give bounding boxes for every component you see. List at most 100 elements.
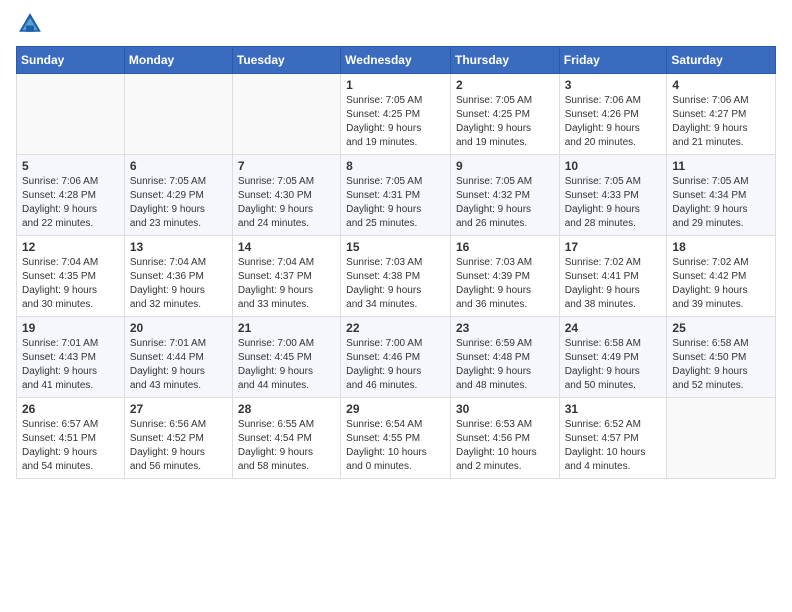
calendar-week-row: 26 Sunrise: 6:57 AM Sunset: 4:51 PM Dayli… [17, 398, 776, 479]
logo-icon [16, 10, 44, 38]
day-number: 15 [346, 240, 445, 254]
calendar-cell: 10 Sunrise: 7:05 AM Sunset: 4:33 PM Dayli… [559, 155, 667, 236]
day-number: 10 [565, 159, 662, 173]
day-info: Sunrise: 7:04 AM Sunset: 4:36 PM Dayligh… [130, 256, 227, 312]
day-number: 26 [22, 402, 119, 416]
day-info: Sunrise: 7:05 AM Sunset: 4:33 PM Dayligh… [565, 175, 662, 231]
calendar-cell [17, 74, 125, 155]
day-number: 17 [565, 240, 662, 254]
day-info: Sunrise: 7:02 AM Sunset: 4:41 PM Dayligh… [565, 256, 662, 312]
calendar-cell: 6 Sunrise: 7:05 AM Sunset: 4:29 PM Daylig… [124, 155, 232, 236]
calendar-cell: 16 Sunrise: 7:03 AM Sunset: 4:39 PM Dayli… [450, 236, 559, 317]
calendar-cell: 9 Sunrise: 7:05 AM Sunset: 4:32 PM Daylig… [450, 155, 559, 236]
col-header-tuesday: Tuesday [232, 47, 340, 74]
calendar-cell [124, 74, 232, 155]
calendar-cell: 3 Sunrise: 7:06 AM Sunset: 4:26 PM Daylig… [559, 74, 667, 155]
day-info: Sunrise: 7:06 AM Sunset: 4:26 PM Dayligh… [565, 94, 662, 150]
day-number: 8 [346, 159, 445, 173]
day-number: 27 [130, 402, 227, 416]
day-number: 11 [672, 159, 770, 173]
day-number: 18 [672, 240, 770, 254]
day-info: Sunrise: 7:05 AM Sunset: 4:29 PM Dayligh… [130, 175, 227, 231]
page-container: SundayMondayTuesdayWednesdayThursdayFrid… [0, 0, 792, 489]
page-header [16, 10, 776, 38]
calendar-cell: 20Sunrise: 7:01 AM Sunset: 4:44 PM Dayli… [124, 317, 232, 398]
day-info: Sunrise: 7:05 AM Sunset: 4:32 PM Dayligh… [456, 175, 554, 231]
col-header-sunday: Sunday [17, 47, 125, 74]
calendar-cell: 25 Sunrise: 6:58 AM Sunset: 4:50 PM Dayli… [667, 317, 776, 398]
calendar-cell: 8 Sunrise: 7:05 AM Sunset: 4:31 PM Daylig… [341, 155, 451, 236]
day-info: Sunrise: 7:03 AM Sunset: 4:39 PM Dayligh… [456, 256, 554, 312]
calendar-cell: 2 Sunrise: 7:05 AM Sunset: 4:25 PM Daylig… [450, 74, 559, 155]
day-number: 25 [672, 321, 770, 335]
day-number: 14 [238, 240, 335, 254]
day-number: 12 [22, 240, 119, 254]
day-number: 1 [346, 78, 445, 92]
day-number: 5 [22, 159, 119, 173]
calendar-cell: 15Sunrise: 7:03 AM Sunset: 4:38 PM Dayli… [341, 236, 451, 317]
calendar-cell: 27 Sunrise: 6:56 AM Sunset: 4:52 PM Dayli… [124, 398, 232, 479]
day-info: Sunrise: 6:53 AM Sunset: 4:56 PM Dayligh… [456, 418, 554, 474]
calendar-cell: 29 Sunrise: 6:54 AM Sunset: 4:55 PM Dayli… [341, 398, 451, 479]
calendar-cell: 4Sunrise: 7:06 AM Sunset: 4:27 PM Daylig… [667, 74, 776, 155]
day-number: 2 [456, 78, 554, 92]
col-header-monday: Monday [124, 47, 232, 74]
calendar-table: SundayMondayTuesdayWednesdayThursdayFrid… [16, 46, 776, 479]
col-header-thursday: Thursday [450, 47, 559, 74]
day-info: Sunrise: 6:54 AM Sunset: 4:55 PM Dayligh… [346, 418, 445, 474]
day-number: 20 [130, 321, 227, 335]
day-info: Sunrise: 7:05 AM Sunset: 4:34 PM Dayligh… [672, 175, 770, 231]
day-number: 22 [346, 321, 445, 335]
calendar-cell: 23Sunrise: 6:59 AM Sunset: 4:48 PM Dayli… [450, 317, 559, 398]
day-number: 21 [238, 321, 335, 335]
calendar-cell: 7 Sunrise: 7:05 AM Sunset: 4:30 PM Daylig… [232, 155, 340, 236]
day-number: 13 [130, 240, 227, 254]
calendar-cell: 28Sunrise: 6:55 AM Sunset: 4:54 PM Dayli… [232, 398, 340, 479]
calendar-cell: 14 Sunrise: 7:04 AM Sunset: 4:37 PM Dayli… [232, 236, 340, 317]
day-info: Sunrise: 6:56 AM Sunset: 4:52 PM Dayligh… [130, 418, 227, 474]
day-number: 24 [565, 321, 662, 335]
calendar-week-row: 12Sunrise: 7:04 AM Sunset: 4:35 PM Dayli… [17, 236, 776, 317]
day-number: 29 [346, 402, 445, 416]
day-number: 31 [565, 402, 662, 416]
day-number: 3 [565, 78, 662, 92]
calendar-week-row: 1 Sunrise: 7:05 AM Sunset: 4:25 PM Daylig… [17, 74, 776, 155]
calendar-cell: 12Sunrise: 7:04 AM Sunset: 4:35 PM Dayli… [17, 236, 125, 317]
day-number: 16 [456, 240, 554, 254]
day-number: 30 [456, 402, 554, 416]
day-info: Sunrise: 7:02 AM Sunset: 4:42 PM Dayligh… [672, 256, 770, 312]
day-info: Sunrise: 7:00 AM Sunset: 4:45 PM Dayligh… [238, 337, 335, 393]
day-number: 7 [238, 159, 335, 173]
day-info: Sunrise: 7:06 AM Sunset: 4:27 PM Dayligh… [672, 94, 770, 150]
calendar-cell: 22Sunrise: 7:00 AM Sunset: 4:46 PM Dayli… [341, 317, 451, 398]
calendar-cell: 30 Sunrise: 6:53 AM Sunset: 4:56 PM Dayli… [450, 398, 559, 479]
calendar-cell: 21 Sunrise: 7:00 AM Sunset: 4:45 PM Dayli… [232, 317, 340, 398]
day-info: Sunrise: 6:58 AM Sunset: 4:50 PM Dayligh… [672, 337, 770, 393]
calendar-cell: 26 Sunrise: 6:57 AM Sunset: 4:51 PM Dayli… [17, 398, 125, 479]
calendar-cell [667, 398, 776, 479]
day-info: Sunrise: 7:01 AM Sunset: 4:43 PM Dayligh… [22, 337, 119, 393]
calendar-cell: 17 Sunrise: 7:02 AM Sunset: 4:41 PM Dayli… [559, 236, 667, 317]
day-info: Sunrise: 7:04 AM Sunset: 4:37 PM Dayligh… [238, 256, 335, 312]
calendar-cell: 11 Sunrise: 7:05 AM Sunset: 4:34 PM Dayli… [667, 155, 776, 236]
calendar-cell [232, 74, 340, 155]
col-header-saturday: Saturday [667, 47, 776, 74]
day-number: 6 [130, 159, 227, 173]
day-number: 9 [456, 159, 554, 173]
day-info: Sunrise: 7:05 AM Sunset: 4:25 PM Dayligh… [456, 94, 554, 150]
day-info: Sunrise: 7:05 AM Sunset: 4:31 PM Dayligh… [346, 175, 445, 231]
logo [16, 10, 48, 38]
calendar-cell: 13 Sunrise: 7:04 AM Sunset: 4:36 PM Dayli… [124, 236, 232, 317]
day-info: Sunrise: 6:58 AM Sunset: 4:49 PM Dayligh… [565, 337, 662, 393]
day-info: Sunrise: 6:52 AM Sunset: 4:57 PM Dayligh… [565, 418, 662, 474]
calendar-week-row: 5Sunrise: 7:06 AM Sunset: 4:28 PM Daylig… [17, 155, 776, 236]
day-info: Sunrise: 6:57 AM Sunset: 4:51 PM Dayligh… [22, 418, 119, 474]
day-number: 23 [456, 321, 554, 335]
calendar-cell: 1 Sunrise: 7:05 AM Sunset: 4:25 PM Daylig… [341, 74, 451, 155]
col-header-wednesday: Wednesday [341, 47, 451, 74]
calendar-cell: 31 Sunrise: 6:52 AM Sunset: 4:57 PM Dayli… [559, 398, 667, 479]
calendar-cell: 24 Sunrise: 6:58 AM Sunset: 4:49 PM Dayli… [559, 317, 667, 398]
day-info: Sunrise: 7:05 AM Sunset: 4:25 PM Dayligh… [346, 94, 445, 150]
day-info: Sunrise: 7:05 AM Sunset: 4:30 PM Dayligh… [238, 175, 335, 231]
calendar-header-row: SundayMondayTuesdayWednesdayThursdayFrid… [17, 47, 776, 74]
